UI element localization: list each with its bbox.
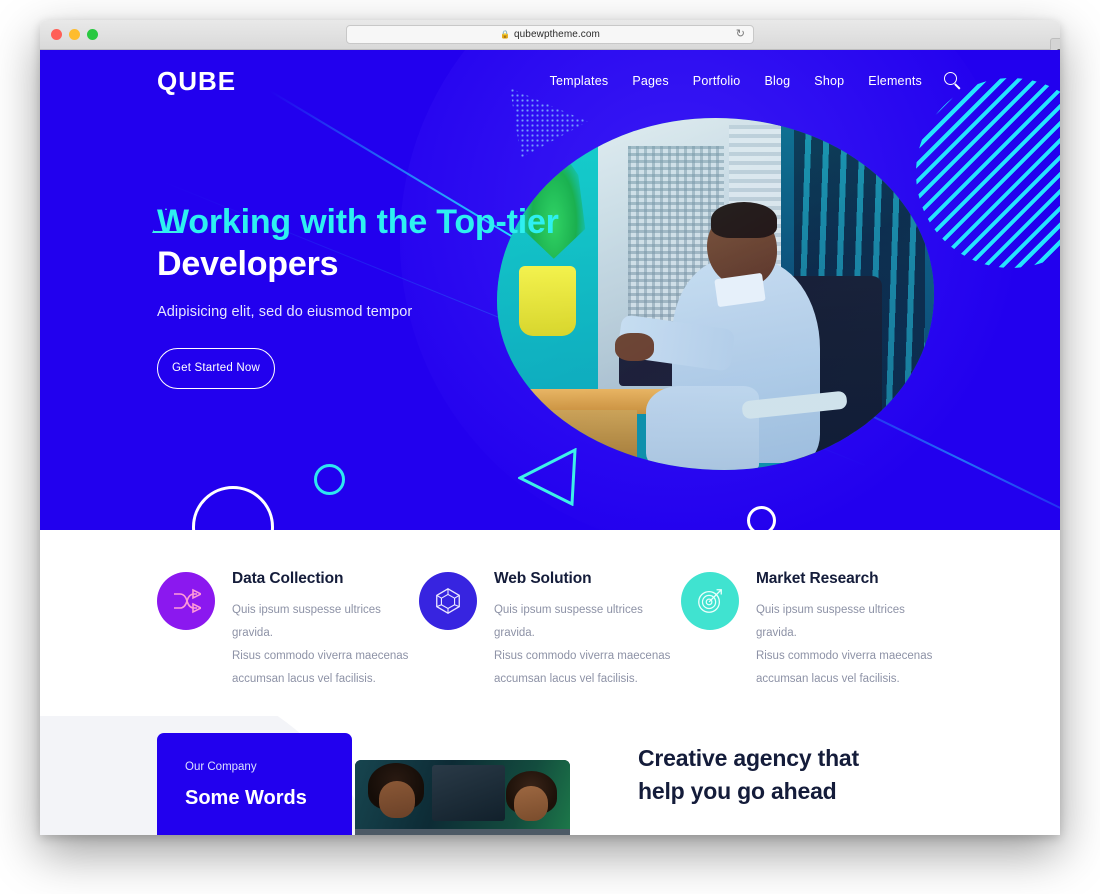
feature-title: Data Collection	[232, 570, 344, 587]
triangle-outline-large-icon	[518, 448, 577, 506]
shuffle-arrows-icon	[157, 572, 215, 630]
feature-desc-line: Quis ipsum suspesse ultrices gravida.	[755, 604, 905, 639]
feature-description: Quis ipsum suspesse ultrices gravida. Ri…	[494, 599, 681, 691]
target-icon	[680, 572, 739, 630]
about-section: Our Company Some Words Creative agency t…	[40, 716, 1060, 835]
hero-copy: Working with the Top-tier Developers Adi…	[157, 202, 559, 389]
search-icon[interactable]	[944, 72, 962, 90]
feature-desc-line: accumsan lacus vel facilisis.	[232, 673, 376, 685]
nav-item-shop[interactable]: Shop	[814, 74, 844, 88]
nav-item-elements[interactable]: Elements	[868, 74, 922, 88]
about-photo	[355, 760, 570, 835]
circle-outline-large-icon	[192, 486, 274, 530]
feature-card-web-solution: Web Solution Quis ipsum suspesse ultrice…	[418, 570, 681, 691]
browser-titlebar: 🔒 qubewptheme.com ↻ +	[40, 20, 1060, 60]
site-navigation: QUBE Templates Pages Portfolio Blog Shop…	[40, 50, 1060, 112]
address-bar[interactable]: 🔒 qubewptheme.com ↻	[346, 25, 754, 44]
url-text: qubewptheme.com	[513, 29, 600, 40]
nav-menu: Templates Pages Portfolio Blog Shop Elem…	[550, 74, 922, 88]
site-logo[interactable]: QUBE	[157, 66, 236, 97]
get-started-button[interactable]: Get Started Now	[157, 347, 275, 389]
feature-desc-line: Risus commodo viverra maecenas	[493, 650, 671, 662]
nav-item-pages[interactable]: Pages	[632, 74, 668, 88]
minimize-window-button[interactable]	[69, 29, 80, 40]
feature-text: Web Solution Quis ipsum suspesse ultrice…	[494, 570, 681, 691]
hero-subtitle: Adipisicing elit, sed do eiusmod tempor	[157, 303, 413, 320]
nav-item-blog[interactable]: Blog	[764, 74, 790, 88]
feature-desc-line: Risus commodo viverra maecenas	[755, 650, 933, 662]
about-kicker: Our Company	[185, 761, 257, 773]
feature-desc-line: accumsan lacus vel facilisis.	[493, 673, 638, 685]
our-company-card: Our Company Some Words	[157, 733, 352, 835]
feature-text: Data Collection Quis ipsum suspesse ultr…	[232, 570, 419, 691]
about-heading-line1: Creative agency that	[638, 745, 859, 771]
about-card-title: Some Words	[185, 787, 307, 809]
feature-title: Web Solution	[493, 570, 592, 587]
circle-outline-small-icon	[747, 506, 776, 530]
feature-title: Market Research	[755, 570, 879, 587]
features-section: Data Collection Quis ipsum suspesse ultr…	[40, 530, 1060, 716]
nav-item-templates[interactable]: Templates	[550, 74, 609, 88]
hero-heading-line1: Working with the Top-tier	[157, 203, 559, 241]
cube-icon	[418, 572, 477, 630]
feature-desc-line: Quis ipsum suspesse ultrices gravida.	[232, 604, 381, 639]
feature-card-market-research: Market Research Quis ipsum suspesse ultr…	[680, 570, 943, 691]
feature-card-data-collection: Data Collection Quis ipsum suspesse ultr…	[157, 570, 419, 691]
circle-outline-cyan-icon	[314, 464, 345, 495]
feature-desc-line: accumsan lacus vel facilisis.	[755, 673, 900, 685]
close-window-button[interactable]	[51, 29, 62, 40]
feature-text: Market Research Quis ipsum suspesse ultr…	[756, 570, 943, 691]
feature-description: Quis ipsum suspesse ultrices gravida. Ri…	[232, 599, 419, 691]
browser-window: 🔒 qubewptheme.com ↻ +	[40, 20, 1060, 835]
lock-icon: 🔒	[500, 29, 510, 39]
about-heading: Creative agency that help you go ahead	[638, 742, 859, 807]
hero-heading-line2: Developers	[157, 244, 339, 283]
maximize-window-button[interactable]	[87, 29, 98, 40]
hero-heading: Working with the Top-tier Developers	[157, 202, 559, 286]
feature-description: Quis ipsum suspesse ultrices gravida. Ri…	[756, 599, 943, 691]
feature-desc-line: Quis ipsum suspesse ultrices gravida.	[493, 604, 643, 639]
hero-section: QUBE Templates Pages Portfolio Blog Shop…	[40, 50, 1060, 530]
about-heading-line2: help you go ahead	[638, 777, 837, 804]
reload-icon[interactable]: ↻	[736, 29, 745, 40]
nav-item-portfolio[interactable]: Portfolio	[693, 74, 741, 88]
hero-photo	[497, 118, 934, 470]
feature-desc-line: Risus commodo viverra maecenas	[232, 650, 409, 662]
page-viewport: QUBE Templates Pages Portfolio Blog Shop…	[40, 50, 1060, 835]
hero-photo-tint	[497, 118, 934, 470]
traffic-lights	[51, 29, 98, 40]
